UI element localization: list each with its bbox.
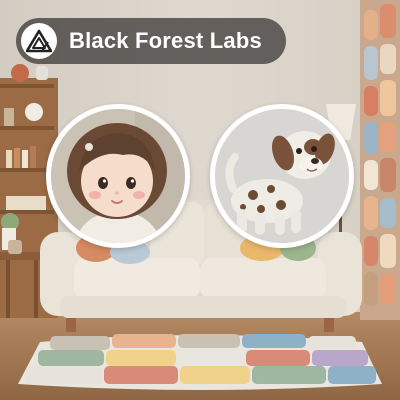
- brand-badge: Black Forest Labs: [16, 18, 286, 64]
- scene-image: Black Forest Labs: [0, 0, 400, 400]
- patchwork-rug: [18, 334, 382, 390]
- brand-name: Black Forest Labs: [69, 28, 262, 53]
- knitted-curtain: [360, 0, 400, 320]
- felt-dog-portrait: [210, 104, 354, 248]
- felt-girl-illustration: [51, 109, 185, 243]
- felt-girl-portrait: [46, 104, 190, 248]
- bfl-triangle-logo-icon: [21, 23, 57, 59]
- felt-dog-illustration: [215, 109, 349, 243]
